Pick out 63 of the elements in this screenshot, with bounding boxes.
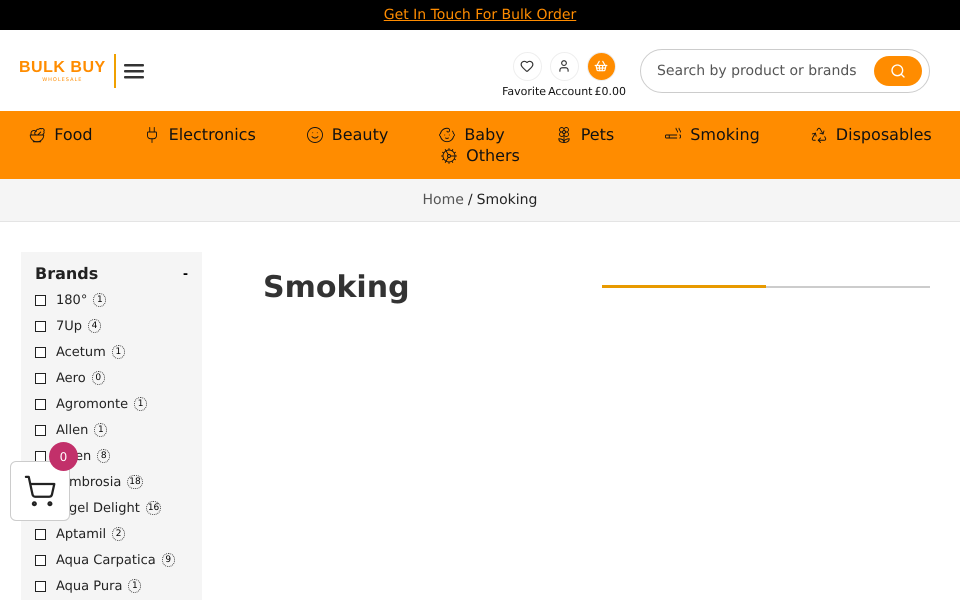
category-link[interactable]: Others bbox=[440, 146, 520, 165]
search-bar[interactable]: Search by product or brands bbox=[640, 48, 930, 92]
count-badge: 9 bbox=[162, 553, 175, 567]
count-badge: 1 bbox=[128, 579, 142, 593]
checkbox[interactable] bbox=[35, 580, 46, 592]
count-badge: 8 bbox=[97, 449, 110, 463]
checkbox[interactable] bbox=[35, 450, 46, 462]
checkbox[interactable] bbox=[35, 424, 46, 436]
category-link[interactable]: Pets bbox=[554, 125, 614, 144]
checkbox[interactable] bbox=[35, 398, 46, 410]
checkbox[interactable] bbox=[35, 528, 46, 540]
user-icon[interactable] bbox=[550, 52, 579, 80]
breadcrumb-separator: / bbox=[468, 192, 473, 208]
count-badge: 1 bbox=[94, 423, 108, 437]
brand-name: Acetum bbox=[56, 344, 106, 360]
checkbox[interactable] bbox=[35, 372, 46, 384]
category-link[interactable]: Baby bbox=[438, 125, 505, 144]
cart-button[interactable] bbox=[10, 461, 70, 521]
category-link[interactable]: Beauty bbox=[306, 125, 388, 144]
filter-title: Brands bbox=[35, 264, 98, 283]
breadcrumb-link[interactable]: Home bbox=[422, 192, 464, 208]
menu-icon[interactable] bbox=[124, 62, 146, 78]
page-title: Smoking bbox=[263, 270, 411, 304]
baby-icon bbox=[438, 126, 456, 144]
category-link[interactable]: Food bbox=[28, 125, 93, 144]
action-label: £0.00 bbox=[594, 84, 626, 98]
count-badge: 1 bbox=[93, 293, 106, 307]
bulk-order-link[interactable]: Get In Touch For Bulk Order bbox=[384, 7, 576, 23]
checkbox[interactable] bbox=[35, 554, 46, 566]
checkbox[interactable] bbox=[35, 320, 46, 332]
cart-icon bbox=[23, 474, 57, 508]
brand-name: Aqua Pura bbox=[56, 578, 122, 594]
search-field[interactable]: Search by product or brands bbox=[655, 62, 874, 80]
count-badge: 16 bbox=[146, 501, 162, 515]
gear-icon bbox=[440, 146, 458, 164]
brand-name: 180° bbox=[56, 292, 88, 308]
checkbox[interactable] bbox=[35, 294, 46, 306]
count-badge: 4 bbox=[88, 319, 102, 333]
count-badge: 2 bbox=[112, 527, 126, 541]
brand-name: 7Up bbox=[56, 318, 82, 334]
category-link[interactable]: Electronics bbox=[142, 125, 256, 144]
count-badge: 1 bbox=[112, 345, 125, 359]
face-icon bbox=[306, 126, 324, 144]
category-link[interactable]: Smoking bbox=[664, 125, 760, 144]
collapse-toggle[interactable]: - bbox=[183, 264, 188, 283]
checkbox[interactable] bbox=[35, 346, 46, 358]
bowl-icon bbox=[28, 126, 46, 144]
brand-name: Aero bbox=[56, 370, 86, 386]
brand-name: Allen bbox=[56, 422, 88, 438]
action-label: Favorite bbox=[502, 84, 546, 98]
category-link[interactable]: Disposables bbox=[810, 125, 932, 144]
recycle-icon bbox=[810, 126, 828, 144]
brand-name: Aqua Carpatica bbox=[56, 552, 156, 568]
count-badge: 0 bbox=[92, 371, 105, 385]
count-badge: 18 bbox=[127, 475, 143, 489]
action-label: Account bbox=[548, 84, 592, 98]
breadcrumb-current: Smoking bbox=[476, 192, 538, 208]
count-badge: 1 bbox=[134, 397, 148, 411]
brand-name: Agromonte bbox=[56, 396, 128, 412]
brand-name: gel Delight bbox=[69, 500, 140, 516]
search-icon bbox=[890, 62, 906, 78]
brand-name: mbrosia bbox=[69, 474, 122, 490]
brand-name: Aptamil bbox=[56, 526, 106, 542]
